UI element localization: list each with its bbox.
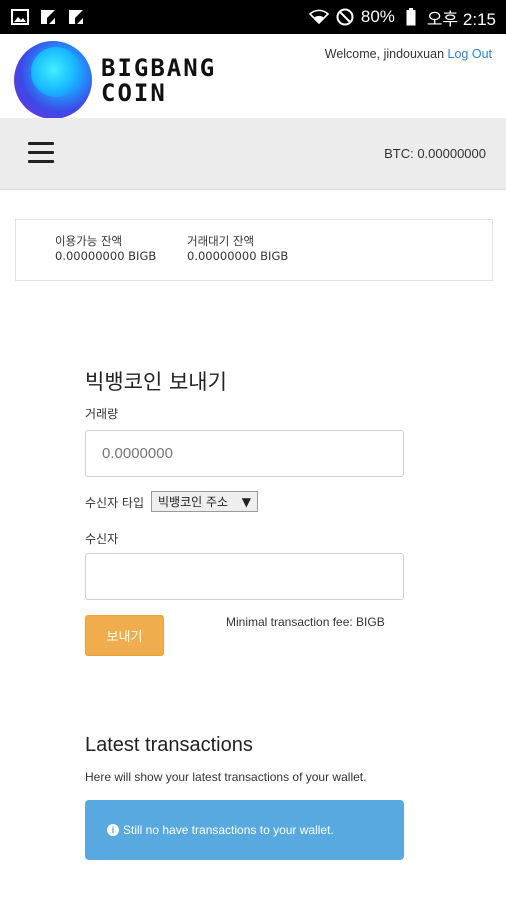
battery-percent: 80% xyxy=(360,7,395,26)
recipient-type-label: 수신자 타입 xyxy=(85,496,145,510)
pending-balance-value: 0.00000000 BIGB xyxy=(187,249,289,263)
info-icon: i xyxy=(107,824,119,836)
transactions-title: Latest transactions xyxy=(85,734,253,756)
amount-input[interactable] xyxy=(85,430,404,477)
available-balance: 이용가능 잔액 0.00000000 BIGB xyxy=(55,234,156,264)
site-header: BIGBANG COIN Welcome, jindouxuan Log Out xyxy=(0,34,506,119)
notification-icon xyxy=(66,7,86,27)
image-icon xyxy=(10,7,30,27)
welcome-text: Welcome, jindouxuan xyxy=(324,47,445,61)
logo-line-2: COIN xyxy=(101,79,167,107)
recipient-input[interactable] xyxy=(85,553,404,600)
clock: 오후 2:15 xyxy=(426,9,496,29)
bigbang-coin-logo-icon[interactable] xyxy=(14,41,92,119)
dropdown-arrow-icon: ▼ xyxy=(241,494,251,509)
no-transactions-message: Still no have transactions to your walle… xyxy=(123,823,334,837)
no-transactions-alert: i Still no have transactions to your wal… xyxy=(85,800,404,860)
nav-bar: BTC: 0.00000000 xyxy=(0,118,506,190)
available-balance-value: 0.00000000 BIGB xyxy=(55,249,157,263)
recipient-type-selected: 빅뱅코인 주소 xyxy=(158,495,229,509)
welcome-area: Welcome, jindouxuan Log Out xyxy=(325,47,492,61)
pending-balance-label: 거래대기 잔액 xyxy=(187,234,255,248)
battery-icon xyxy=(401,7,421,27)
recipient-type-select[interactable]: 빅뱅코인 주소 ▼ xyxy=(151,491,258,512)
recipient-label: 수신자 xyxy=(85,532,119,546)
status-bar: 80% 오후 2:15 xyxy=(0,0,506,34)
available-balance-label: 이용가능 잔액 xyxy=(55,234,123,248)
notification-icon xyxy=(38,7,58,27)
wifi-icon xyxy=(308,7,329,27)
balances-panel: 이용가능 잔액 0.00000000 BIGB 거래대기 잔액 0.000000… xyxy=(15,219,493,281)
hamburger-menu-icon[interactable] xyxy=(28,142,54,164)
send-button[interactable]: 보내기 xyxy=(85,615,164,656)
logo-line-1: BIGBANG xyxy=(101,54,217,82)
transaction-fee-note: Minimal transaction fee: BIGB xyxy=(226,615,385,629)
amount-label: 거래량 xyxy=(85,407,119,421)
logo-wordmark[interactable]: BIGBANG COIN xyxy=(101,56,216,106)
status-bar-left xyxy=(10,7,86,27)
status-bar-right: 80% 오후 2:15 xyxy=(308,5,496,30)
logout-link[interactable]: Log Out xyxy=(448,47,492,61)
logo-inner-circle xyxy=(31,47,81,97)
send-form-title: 빅뱅코인 보내기 xyxy=(85,370,227,394)
pending-balance: 거래대기 잔액 0.00000000 BIGB xyxy=(187,234,288,264)
transactions-description: Here will show your latest transactions … xyxy=(85,770,367,784)
do-not-disturb-icon xyxy=(335,7,355,27)
btc-balance: BTC: 0.00000000 xyxy=(384,146,486,161)
